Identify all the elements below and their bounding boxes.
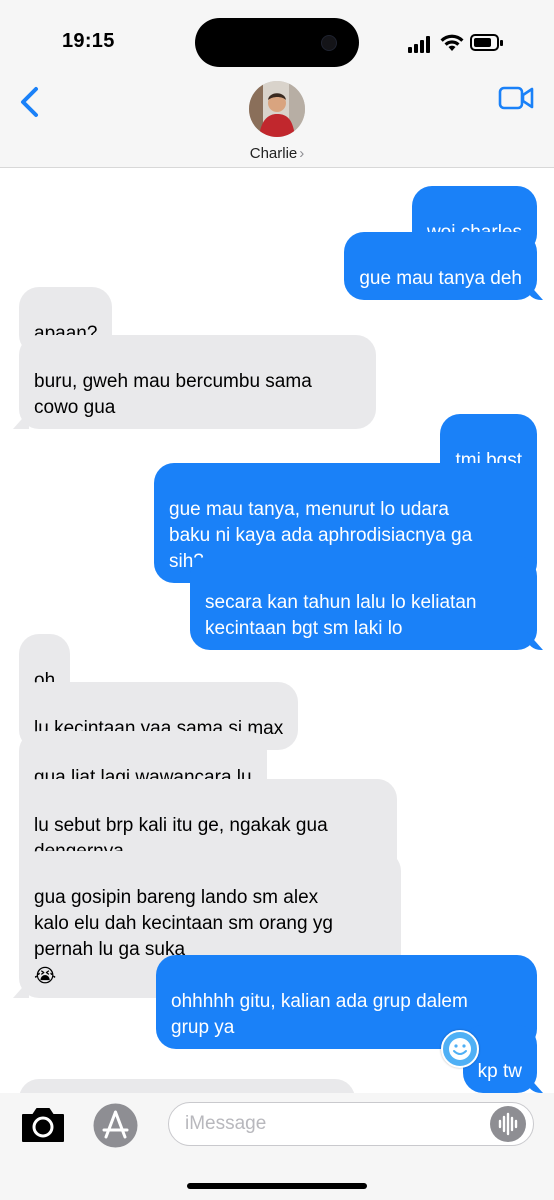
conversation-header: 19:15 Charlie › — [0, 0, 554, 168]
message-thread[interactable]: woi charles gue mau tanya deh apaan? bur… — [0, 169, 554, 1093]
waveform-icon — [498, 1112, 518, 1136]
audio-message-button[interactable] — [490, 1106, 526, 1142]
sticker-icon[interactable] — [441, 1030, 479, 1068]
message-text: buru, gweh mau bercumbu sama cowo gua — [34, 371, 312, 418]
message-bubble-received[interactable]: buru, gweh mau bercumbu sama cowo gua — [19, 335, 376, 429]
camera-dot — [321, 35, 337, 51]
battery-icon — [470, 34, 503, 51]
crying-emoji-icon: 😭 — [34, 965, 57, 987]
avatar-photo — [249, 81, 305, 137]
dynamic-island — [195, 18, 359, 67]
imessage-placeholder: iMessage — [185, 1113, 267, 1134]
facetime-video-button[interactable] — [498, 84, 534, 112]
message-text: kp tw — [477, 1061, 522, 1082]
app-store-button[interactable] — [93, 1103, 138, 1148]
message-bubble-sent[interactable]: gue mau tanya deh — [344, 232, 537, 300]
message-text: ohhhhh gitu, kalian ada grup dalem grup … — [171, 991, 468, 1038]
camera-button[interactable] — [19, 1105, 67, 1145]
status-time: 19:15 — [62, 30, 115, 52]
home-indicator — [187, 1183, 367, 1189]
message-text: secara kan tahun lalu lo keliatan kecint… — [205, 592, 477, 639]
chevron-right-icon: › — [299, 145, 305, 162]
signal-icon — [408, 36, 430, 53]
message-bubble-sent[interactable]: secara kan tahun lalu lo keliatan kecint… — [190, 556, 537, 650]
wifi-icon — [440, 34, 464, 51]
message-text: gua gosipin bareng lando sm alex kalo el… — [34, 887, 333, 960]
contact-avatar[interactable] — [249, 81, 305, 137]
imessage-input[interactable]: iMessage — [168, 1102, 534, 1146]
contact-name: Charlie — [249, 145, 298, 162]
contact-name-button[interactable]: Charlie › — [0, 145, 554, 162]
message-text: gue mau tanya deh — [359, 268, 522, 289]
message-bubble-received[interactable] — [19, 1079, 355, 1093]
back-button[interactable] — [14, 84, 50, 120]
